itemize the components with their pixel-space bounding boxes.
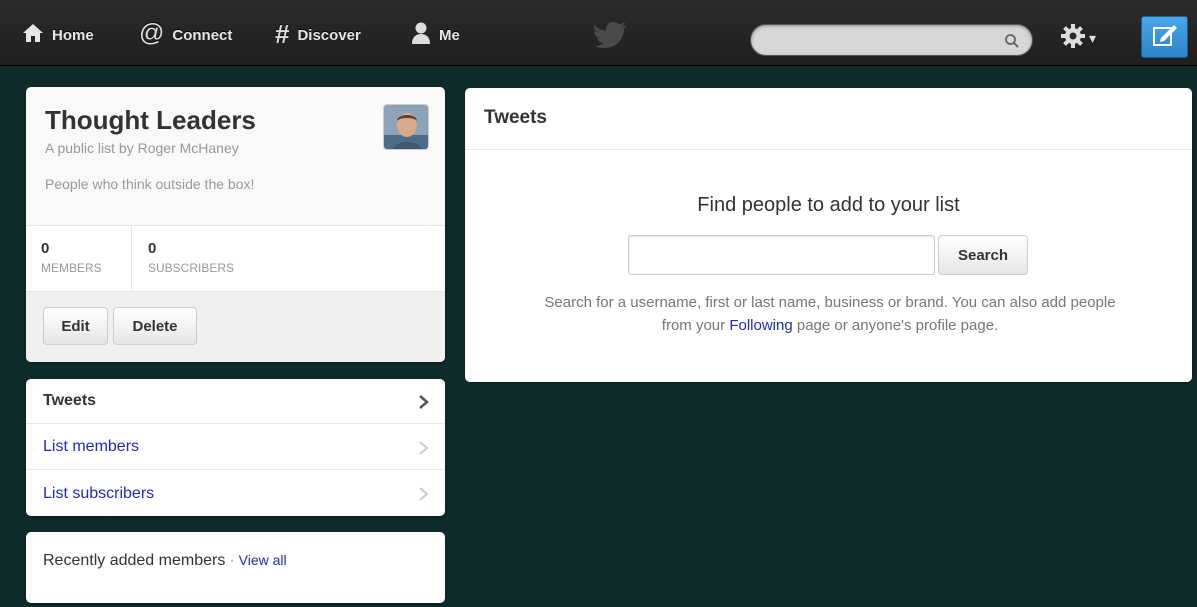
recently-added-card: Recently added members · View all — [26, 532, 445, 603]
subscribers-count: 0 — [148, 240, 157, 257]
sidebar-item-label: List members — [43, 438, 140, 455]
list-profile-card: Thought Leaders A public list by Roger M… — [26, 87, 445, 362]
top-search-box[interactable] — [750, 24, 1033, 56]
home-icon — [22, 23, 44, 47]
members-count: 0 — [41, 240, 50, 257]
search-icon[interactable] — [1004, 33, 1020, 49]
subscribers-stat[interactable]: 0 SUBSCRIBERS — [148, 240, 234, 275]
settings-menu[interactable]: ▾ — [1060, 23, 1106, 53]
following-link[interactable]: Following — [729, 317, 792, 334]
twitter-bird-icon[interactable] — [593, 22, 628, 48]
dropdown-caret-icon: ▾ — [1089, 29, 1097, 46]
tweets-panel: Tweets Find people to add to your list S… — [465, 88, 1192, 382]
list-navigation: Tweets List members List subscribers — [26, 379, 445, 516]
sidebar-item-label: Tweets — [43, 392, 97, 409]
subscribers-label: SUBSCRIBERS — [148, 261, 235, 275]
at-icon: @ — [139, 19, 165, 47]
person-icon — [411, 22, 431, 48]
list-actions: Edit Delete — [26, 292, 445, 362]
nav-connect[interactable]: @ Connect — [139, 19, 233, 48]
nav-discover-label: Discover — [297, 26, 361, 44]
tweets-title: Tweets — [484, 107, 548, 128]
sidebar-item-list-subscribers[interactable]: List subscribers — [26, 471, 445, 516]
members-label: MEMBERS — [41, 261, 102, 275]
tweets-header: Tweets — [465, 88, 1192, 150]
stats-divider — [131, 226, 132, 293]
search-button[interactable]: Search — [938, 235, 1028, 275]
nav-connect-label: Connect — [172, 26, 233, 44]
sidebar-item-label: List subscribers — [43, 484, 155, 502]
recently-added-label: Recently added members — [43, 552, 226, 569]
list-title[interactable]: Thought Leaders — [45, 105, 256, 136]
nav-me-label: Me — [439, 26, 460, 44]
separator: · — [229, 552, 235, 569]
chevron-right-icon — [418, 440, 430, 456]
top-search-input[interactable] — [765, 31, 1005, 51]
view-all-link[interactable]: View all — [239, 552, 287, 568]
list-description: People who think outside the box! — [45, 176, 255, 192]
top-navigation-bar: Home @ Connect # Discover Me ▾ — [0, 0, 1197, 66]
nav-discover[interactable]: # Discover — [275, 18, 361, 49]
sidebar-item-list-members[interactable]: List members — [26, 425, 445, 470]
nav-home-label: Home — [52, 26, 94, 44]
gear-icon — [1060, 23, 1086, 54]
find-people-heading: Find people to add to your list — [697, 194, 960, 216]
hashtag-icon: # — [275, 18, 290, 49]
chevron-right-icon — [418, 394, 430, 410]
edit-button[interactable]: Edit — [43, 307, 108, 345]
search-hint: Search for a username, first or last nam… — [535, 291, 1125, 337]
recently-added-heading: Recently added members · View all — [43, 552, 287, 570]
compose-tweet-button[interactable] — [1141, 16, 1188, 58]
sidebar-item-tweets[interactable]: Tweets — [26, 379, 445, 424]
find-people-input[interactable] — [628, 235, 935, 275]
members-stat[interactable]: 0 MEMBERS — [41, 240, 102, 275]
delete-button[interactable]: Delete — [113, 307, 197, 345]
avatar[interactable] — [383, 104, 429, 150]
nav-me[interactable]: Me — [411, 22, 460, 48]
list-byline: A public list by Roger McHaney — [45, 140, 239, 156]
hint-text-end: page or anyone's profile page. — [792, 317, 999, 334]
compose-icon — [1152, 23, 1178, 52]
list-stats: 0 MEMBERS 0 SUBSCRIBERS — [26, 225, 445, 293]
nav-home[interactable]: Home — [22, 22, 94, 48]
chevron-right-icon — [418, 486, 430, 502]
